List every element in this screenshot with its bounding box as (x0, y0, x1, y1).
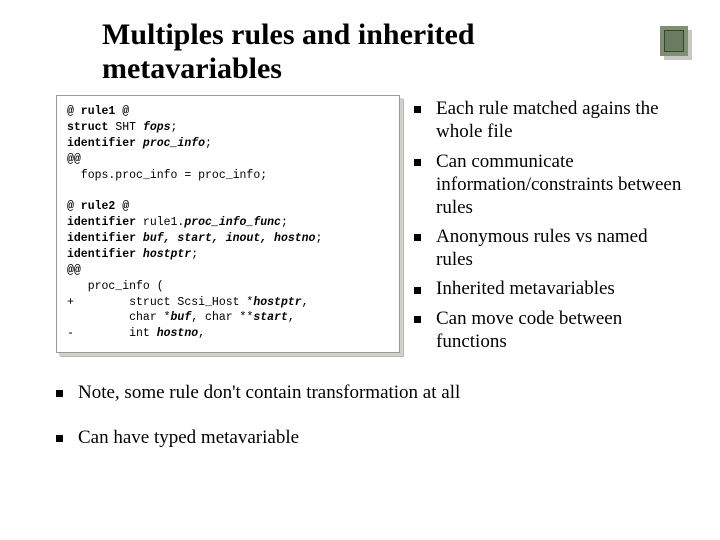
code-line: proc_info ( (67, 280, 164, 293)
list-item: Anonymous rules vs named rules (414, 225, 684, 271)
code-text: ; (171, 121, 178, 134)
code-ident: proc_info (143, 137, 205, 150)
code-text: ; (315, 232, 322, 245)
code-ident: start (253, 311, 288, 324)
list-item: Can have typed metavariable (56, 426, 684, 451)
list-item: Note, some rule don't contain transforma… (56, 381, 684, 406)
list-item: Can move code between functions (414, 307, 684, 353)
two-column-layout: @ rule1 @ struct SHT fops; identifier pr… (56, 95, 684, 359)
code-text (136, 248, 143, 261)
code-line: @ rule1 @ (67, 105, 129, 118)
code-text: ; (281, 216, 288, 229)
code-ident: proc_info_func (184, 216, 281, 229)
list-item-text: Can move code between functions (436, 308, 622, 352)
code-text: char * (67, 311, 171, 324)
code-text: , (288, 311, 295, 324)
slide-title: Multiples rules and inherited metavariab… (102, 18, 684, 85)
decorative-corner-box (660, 26, 688, 56)
code-text: , char ** (191, 311, 253, 324)
code-text: rule1. (136, 216, 184, 229)
list-item: Each rule matched agains the whole file (414, 97, 684, 143)
code-ident: fops (143, 121, 171, 134)
code-text: , (302, 296, 309, 309)
code-line: fops.proc_info = proc_info; (67, 169, 267, 182)
code-block: @ rule1 @ struct SHT fops; identifier pr… (56, 95, 400, 353)
code-ident: hostptr (253, 296, 301, 309)
code-text: - int (67, 327, 157, 340)
code-kw: identifier (67, 137, 136, 150)
code-ident: hostno (157, 327, 198, 340)
code-line: @ rule2 @ (67, 200, 129, 213)
code-ident: hostptr (143, 248, 191, 261)
code-text (136, 232, 143, 245)
code-text: SHT (108, 121, 143, 134)
code-kw: identifier (67, 248, 136, 261)
code-ident: buf, start, inout, hostno (143, 232, 316, 245)
right-bullet-list: Each rule matched agains the whole file … (414, 95, 684, 359)
code-text: ; (191, 248, 198, 261)
code-kw: identifier (67, 232, 136, 245)
code-text (136, 137, 143, 150)
code-kw: identifier (67, 216, 136, 229)
code-kw: struct (67, 121, 108, 134)
code-text: ; (205, 137, 212, 150)
code-text: , (198, 327, 205, 340)
list-item-text: Each rule matched agains the whole file (436, 98, 659, 142)
code-line: @@ (67, 153, 81, 166)
code-ident: buf (171, 311, 192, 324)
list-item-text: Can have typed metavariable (78, 427, 299, 448)
code-line: @@ (67, 264, 81, 277)
list-item-text: Note, some rule don't contain transforma… (78, 382, 460, 403)
list-item: Can communicate information/constraints … (414, 150, 684, 220)
slide: Multiples rules and inherited metavariab… (0, 0, 720, 540)
list-item: Inherited metavariables (414, 277, 684, 300)
list-item-text: Anonymous rules vs named rules (436, 226, 648, 270)
list-item-text: Inherited metavariables (436, 278, 615, 299)
list-item-text: Can communicate information/constraints … (436, 151, 681, 218)
lower-bullet-list: Note, some rule don't contain transforma… (56, 381, 684, 450)
code-text: + struct Scsi_Host * (67, 296, 253, 309)
